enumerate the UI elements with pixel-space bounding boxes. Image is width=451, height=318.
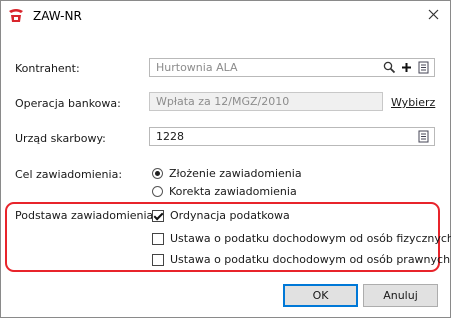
checkbox[interactable]: [152, 209, 164, 222]
cel-label: Cel zawiadomienia:: [15, 168, 123, 181]
urzad-label: Urząd skarbowy:: [15, 132, 106, 145]
kontrahent-value: Hurtownia ALA: [156, 61, 238, 74]
checkbox-ordynacja[interactable]: Ordynacja podatkowa: [152, 209, 290, 222]
plus-icon[interactable]: [400, 61, 413, 74]
checkbox-ustawa-fizycznych[interactable]: Ustawa o podatku dochodowym od osób fizy…: [152, 232, 451, 245]
dialog-window: ZAW-NR Kontrahent: Hurtownia ALA Operacj…: [0, 0, 451, 318]
checkbox-label: Ordynacja podatkowa: [170, 209, 290, 222]
ok-button[interactable]: OK: [283, 284, 358, 307]
operacja-label: Operacja bankowa:: [15, 97, 121, 110]
checkbox-ustawa-prawnych[interactable]: Ustawa o podatku dochodowym od osób praw…: [152, 253, 450, 266]
radio-button[interactable]: [152, 168, 163, 179]
cancel-button[interactable]: Anuluj: [363, 284, 438, 307]
radio-button[interactable]: [152, 186, 163, 197]
close-icon: [428, 9, 439, 23]
search-icon[interactable]: [383, 61, 396, 74]
checkbox[interactable]: [152, 253, 164, 266]
kontrahent-field[interactable]: Hurtownia ALA: [149, 58, 435, 77]
urzad-value: 1228: [156, 130, 184, 143]
wybierz-link[interactable]: Wybierz: [391, 96, 435, 109]
operacja-value: Wpłata za 12/MGZ/2010: [156, 95, 290, 108]
title-bar[interactable]: ZAW-NR: [1, 1, 450, 32]
podstawa-label: Podstawa zawiadomienia:: [15, 209, 158, 222]
window-title: ZAW-NR: [33, 9, 82, 23]
close-button[interactable]: [416, 1, 450, 31]
checkbox-label: Ustawa o podatku dochodowym od osób fizy…: [170, 232, 451, 245]
radio-korekta[interactable]: Korekta zawiadomienia: [152, 185, 297, 198]
radio-label: Złożenie zawiadomienia: [169, 167, 302, 180]
operacja-field: Wpłata za 12/MGZ/2010: [149, 92, 383, 111]
list-icon[interactable]: [417, 130, 430, 143]
checkbox-label: Ustawa o podatku dochodowym od osób praw…: [170, 253, 451, 266]
radio-zlozenie[interactable]: Złożenie zawiadomienia: [152, 167, 302, 180]
list-icon[interactable]: [417, 61, 430, 74]
checkbox[interactable]: [152, 232, 164, 245]
kontrahent-label: Kontrahent:: [15, 62, 80, 75]
urzad-field[interactable]: 1228: [149, 127, 435, 146]
radio-label: Korekta zawiadomienia: [169, 185, 297, 198]
app-logo-icon: [7, 8, 25, 24]
